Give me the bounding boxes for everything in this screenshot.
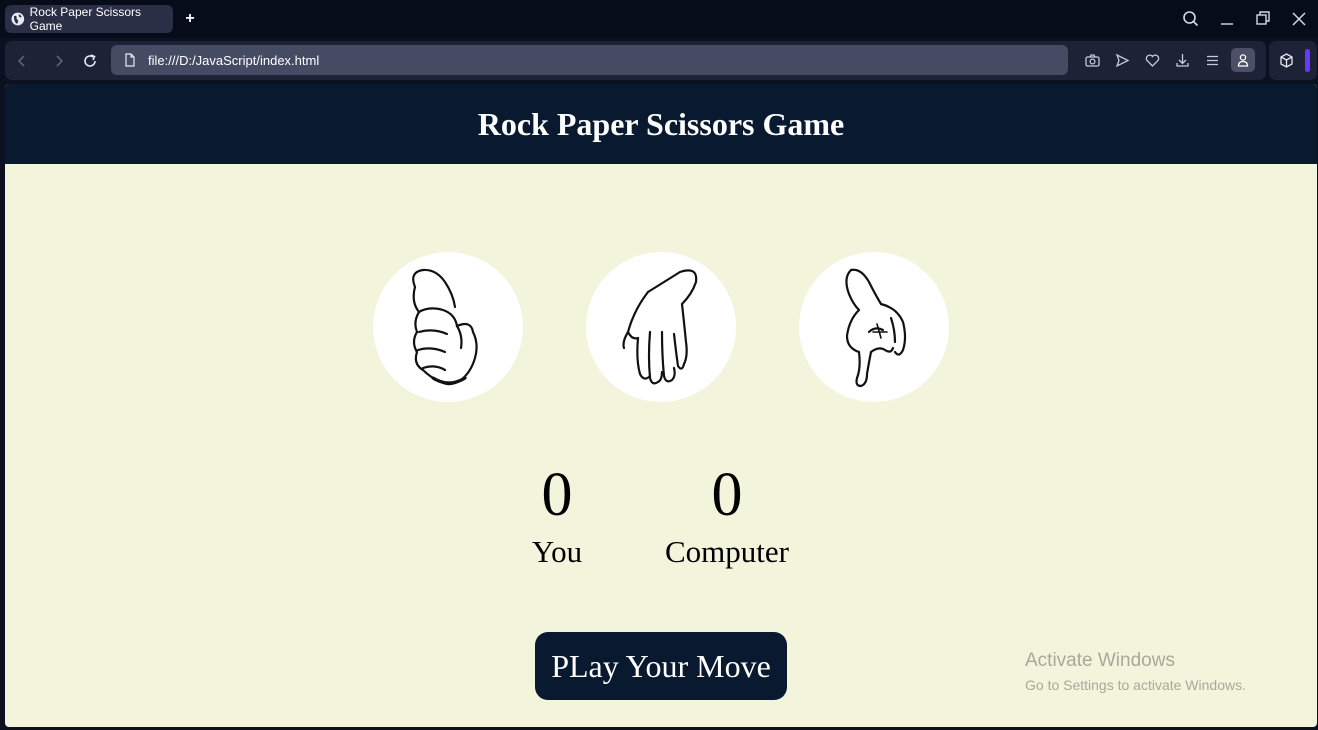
browser-toolbar: file:///D:/JavaScript/index.html — [5, 41, 1266, 80]
cube-icon[interactable] — [1278, 52, 1295, 69]
computer-label: Computer — [665, 534, 789, 569]
message-button[interactable]: PLay Your Move — [535, 632, 787, 700]
file-icon — [125, 53, 135, 67]
page-header: Rock Paper Scissors Game — [5, 84, 1317, 164]
heart-icon[interactable] — [1144, 52, 1161, 69]
send-icon[interactable] — [1114, 52, 1131, 69]
back-icon[interactable] — [13, 52, 31, 70]
fist-hand-icon — [412, 268, 478, 386]
url-text: file:///D:/JavaScript/index.html — [148, 52, 320, 68]
address-bar[interactable]: file:///D:/JavaScript/index.html — [111, 45, 1068, 75]
watermark-title: Activate Windows — [1025, 650, 1175, 671]
user-icon — [1237, 54, 1249, 67]
title-bar: Rock Paper Scissors Game + — [0, 0, 1318, 38]
globe-icon — [11, 12, 25, 26]
user-label: You — [531, 534, 583, 569]
choice-scissors[interactable] — [799, 252, 949, 402]
browser-tab[interactable]: Rock Paper Scissors Game — [5, 5, 173, 33]
close-icon[interactable] — [1288, 8, 1310, 30]
open-hand-icon — [622, 269, 698, 385]
page-viewport: Rock Paper Scissors Game 0 You 0 Compute… — [5, 84, 1317, 727]
user-score-block: 0 You — [505, 464, 609, 569]
new-tab-button[interactable]: + — [180, 9, 200, 29]
choice-rock[interactable] — [373, 252, 523, 402]
download-icon[interactable] — [1174, 52, 1191, 69]
computer-score: 0 — [711, 461, 743, 529]
scissors-hand-icon — [845, 268, 907, 388]
user-score: 0 — [541, 461, 573, 529]
computer-score-block: 0 Computer — [649, 464, 805, 569]
minimize-icon[interactable] — [1216, 8, 1238, 30]
choice-paper[interactable] — [586, 252, 736, 402]
activate-windows-watermark: Activate Windows Go to Settings to activ… — [1025, 650, 1246, 693]
forward-icon[interactable] — [50, 52, 68, 70]
camera-icon[interactable] — [1084, 52, 1101, 69]
sidebar-toggle[interactable] — [1305, 49, 1310, 72]
reload-icon[interactable] — [81, 52, 99, 70]
tab-title: Rock Paper Scissors Game — [29, 5, 141, 33]
page-title: Rock Paper Scissors Game — [477, 105, 845, 142]
extensions-area — [1269, 41, 1317, 80]
watermark-subtitle: Go to Settings to activate Windows. — [1025, 677, 1246, 693]
menu-icon[interactable] — [1204, 52, 1221, 69]
restore-icon[interactable] — [1252, 8, 1274, 30]
profile-button[interactable] — [1231, 48, 1255, 72]
search-icon[interactable] — [1180, 8, 1202, 30]
